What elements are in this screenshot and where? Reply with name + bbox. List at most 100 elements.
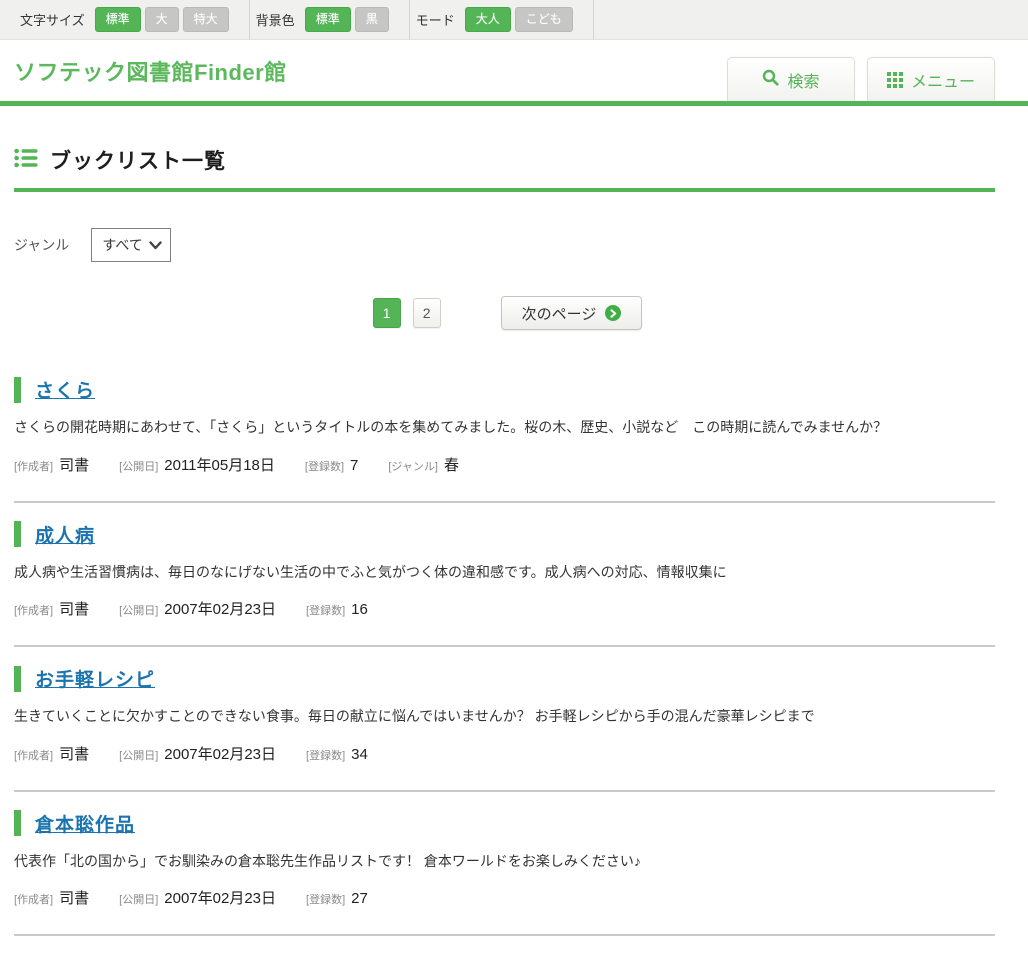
bg-color-black-button[interactable]: 黒: [355, 7, 389, 31]
search-button[interactable]: 検索: [727, 57, 855, 101]
meta-author-label: [作成者]: [14, 458, 53, 474]
genre-select[interactable]: すべて: [91, 228, 170, 262]
page-title: ブックリスト一覧: [50, 145, 226, 175]
booklist-description: さくらの開花時期にあわせて、「さくら」というタイトルの本を集めてみました。桜の木…: [14, 418, 995, 438]
meta-published-label: [公開日]: [119, 891, 158, 907]
next-page-label: 次のページ: [522, 303, 597, 324]
meta-author-value: 司書: [59, 454, 89, 475]
meta-published-value: 2007年02月23日: [164, 743, 276, 764]
mode-adult-button[interactable]: 大人: [465, 7, 511, 31]
meta-author-label: [作成者]: [14, 747, 53, 763]
green-bar-marker: [14, 377, 21, 403]
booklist-description: 生きていくことに欠かすことのできない食事。毎日の献立に悩んではいませんか？ お手…: [14, 707, 995, 727]
booklist-title-row: 成人病: [14, 521, 995, 548]
genre-filter-label: ジャンル: [14, 235, 69, 255]
booklist-title-row: さくら: [14, 376, 995, 403]
meta-author-label: [作成者]: [14, 602, 53, 618]
bg-color-group: 背景色 標準 黒: [250, 0, 410, 39]
genre-select-value: すべて: [102, 235, 142, 255]
meta-published-label: [公開日]: [119, 602, 158, 618]
font-size-group: 文字サイズ 標準 大 特大: [14, 0, 250, 39]
page-2-button[interactable]: 2: [413, 298, 441, 328]
main-content: ブックリスト一覧 ジャンル すべて 1 2 次のページ さくら さくらの開花時期…: [0, 145, 1028, 936]
booklist-list: さくら さくらの開花時期にあわせて、「さくら」というタイトルの本を集めてみました…: [14, 358, 995, 936]
font-size-xlarge-button[interactable]: 特大: [183, 7, 229, 31]
meta-genre: [ジャンル] 春: [388, 454, 459, 475]
meta-count: [登録数] 34: [306, 746, 368, 763]
arrow-right-icon: [605, 305, 621, 321]
booklist-title-link[interactable]: 成人病: [35, 521, 95, 548]
site-title[interactable]: ソフテック図書館Finder館: [14, 55, 287, 87]
page-1-button[interactable]: 1: [373, 298, 401, 328]
meta-published-label: [公開日]: [119, 458, 158, 474]
meta-published-value: 2011年05月18日: [164, 454, 275, 475]
genre-filter-row: ジャンル すべて: [14, 228, 995, 262]
font-size-standard-button[interactable]: 標準: [95, 7, 141, 31]
next-page-button[interactable]: 次のページ: [501, 296, 643, 330]
booklist-description: 代表作「北の国から」でお馴染みの倉本聡先生作品リストです！ 倉本ワールドをお楽し…: [14, 852, 995, 872]
meta-published: [公開日] 2011年05月18日: [119, 454, 275, 475]
meta-count: [登録数] 16: [306, 601, 368, 618]
meta-count: [登録数] 7: [305, 457, 358, 474]
meta-author-label: [作成者]: [14, 891, 53, 907]
mode-label: モード: [416, 10, 455, 29]
meta-published: [公開日] 2007年02月23日: [119, 887, 276, 908]
meta-author-value: 司書: [59, 743, 89, 764]
font-size-label: 文字サイズ: [20, 10, 85, 29]
page-title-row: ブックリスト一覧: [14, 145, 995, 192]
site-header: ソフテック図書館Finder館 検索 メニュー: [0, 40, 1028, 106]
booklist-meta: [作成者] 司書 [公開日] 2007年02月23日 [登録数] 27: [14, 887, 995, 908]
font-size-large-button[interactable]: 大: [145, 7, 179, 31]
meta-count-value: 27: [351, 890, 368, 907]
header-buttons: 検索 メニュー: [727, 57, 995, 101]
meta-published-value: 2007年02月23日: [164, 598, 276, 619]
booklist-title-link[interactable]: お手軽レシピ: [35, 665, 155, 692]
meta-count: [登録数] 27: [306, 890, 368, 907]
menu-grid-icon: [887, 72, 903, 88]
booklist-title-row: お手軽レシピ: [14, 665, 995, 692]
accessibility-bar: 文字サイズ 標準 大 特大 背景色 標準 黒 モード 大人 こども: [0, 0, 1028, 40]
booklist-item: 倉本聡作品 代表作「北の国から」でお馴染みの倉本聡先生作品リストです！ 倉本ワー…: [14, 792, 995, 937]
search-icon: [762, 69, 779, 91]
meta-count-value: 16: [351, 601, 368, 618]
meta-count-value: 34: [351, 746, 368, 763]
booklist-item: お手軽レシピ 生きていくことに欠かすことのできない食事。毎日の献立に悩んではいま…: [14, 647, 995, 792]
meta-count-label: [登録数]: [306, 891, 345, 907]
meta-author: [作成者] 司書: [14, 887, 89, 908]
green-bar-marker: [14, 810, 21, 836]
meta-author-value: 司書: [59, 598, 89, 619]
meta-published-value: 2007年02月23日: [164, 887, 276, 908]
booklist-meta: [作成者] 司書 [公開日] 2007年02月23日 [登録数] 34: [14, 743, 995, 764]
meta-count-label: [登録数]: [306, 747, 345, 763]
booklist-description: 成人病や生活習慣病は、毎日のなにげない生活の中でふと気がつく体の違和感です。成人…: [14, 563, 995, 583]
meta-published: [公開日] 2007年02月23日: [119, 743, 276, 764]
meta-author-value: 司書: [59, 887, 89, 908]
meta-count-label: [登録数]: [306, 602, 345, 618]
green-bar-marker: [14, 521, 21, 547]
meta-published-label: [公開日]: [119, 747, 158, 763]
booklist-item: さくら さくらの開花時期にあわせて、「さくら」というタイトルの本を集めてみました…: [14, 358, 995, 503]
meta-author: [作成者] 司書: [14, 743, 89, 764]
green-bar-marker: [14, 666, 21, 692]
meta-author: [作成者] 司書: [14, 598, 89, 619]
meta-genre-label: [ジャンル]: [388, 458, 438, 474]
mode-group: モード 大人 こども: [410, 0, 594, 39]
menu-button[interactable]: メニュー: [867, 57, 995, 101]
booklist-title-row: 倉本聡作品: [14, 810, 995, 837]
booklist-meta: [作成者] 司書 [公開日] 2011年05月18日 [登録数] 7 [ジャンル…: [14, 454, 995, 475]
meta-author: [作成者] 司書: [14, 454, 89, 475]
booklist-item: 成人病 成人病や生活習慣病は、毎日のなにげない生活の中でふと気がつく体の違和感で…: [14, 503, 995, 648]
booklist-icon: [14, 148, 38, 173]
bg-color-standard-button[interactable]: 標準: [305, 7, 351, 31]
booklist-title-link[interactable]: 倉本聡作品: [35, 810, 135, 837]
chevron-down-icon: [149, 237, 162, 253]
mode-kids-button[interactable]: こども: [515, 7, 573, 31]
booklist-meta: [作成者] 司書 [公開日] 2007年02月23日 [登録数] 16: [14, 598, 995, 619]
meta-genre-value: 春: [444, 454, 459, 475]
meta-count-label: [登録数]: [305, 458, 344, 474]
booklist-title-link[interactable]: さくら: [35, 376, 95, 403]
meta-count-value: 7: [350, 457, 358, 474]
meta-published: [公開日] 2007年02月23日: [119, 598, 276, 619]
bg-color-label: 背景色: [256, 10, 295, 29]
pagination: 1 2 次のページ: [14, 296, 995, 330]
